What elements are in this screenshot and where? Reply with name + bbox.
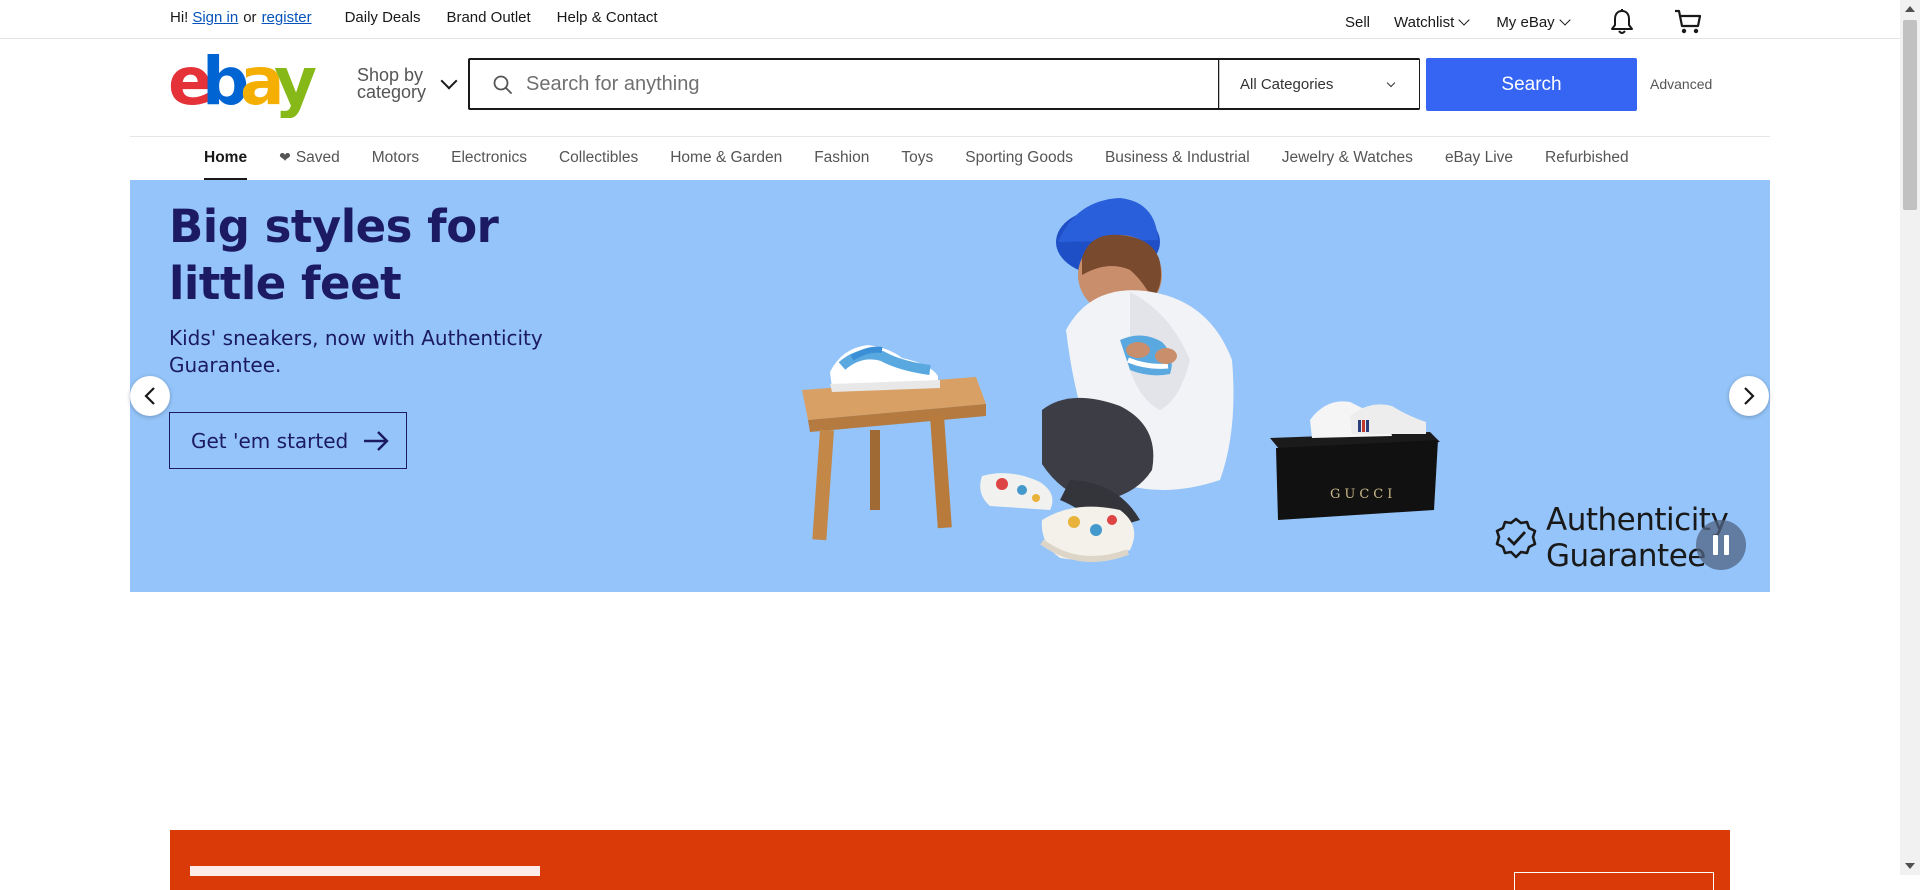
nav-item-electronics[interactable]: Electronics bbox=[451, 149, 527, 167]
search-icon bbox=[484, 60, 524, 108]
shop-by-category-button[interactable]: Shop by category bbox=[357, 64, 458, 104]
nav-item-label: Collectibles bbox=[558, 149, 639, 166]
nav-item-home-garden[interactable]: Home & Garden bbox=[670, 149, 782, 167]
greeting-text: Hi! bbox=[170, 9, 189, 26]
nav-item-fashion[interactable]: Fashion bbox=[814, 149, 869, 167]
nav-item-label: Motors bbox=[371, 149, 420, 166]
authenticity-guarantee-badge: Authenticity Guarantee bbox=[1494, 502, 1729, 574]
chevron-down-icon bbox=[1458, 14, 1470, 26]
help-contact-link[interactable]: Help & Contact bbox=[557, 9, 658, 26]
nav-item-business-industrial[interactable]: Business & Industrial bbox=[1105, 149, 1250, 167]
blue-sneaker-stool bbox=[830, 345, 940, 392]
nav-item-motors[interactable]: Motors bbox=[372, 149, 419, 167]
nav-item-label: Sporting Goods bbox=[965, 149, 1073, 166]
top-right-links: Sell Watchlist My eBay bbox=[1345, 8, 1703, 36]
wooden-stool bbox=[802, 377, 986, 541]
scrollbar-thumb[interactable] bbox=[1903, 20, 1917, 210]
nav-item-jewelry-watches[interactable]: Jewelry & Watches bbox=[1282, 149, 1413, 167]
watchlist-link[interactable]: Watchlist bbox=[1394, 13, 1470, 31]
carousel-prev-button[interactable] bbox=[130, 376, 170, 416]
nav-item-saved[interactable]: ❤ Saved bbox=[279, 149, 340, 167]
box-label: GUCCI bbox=[1330, 487, 1396, 502]
verified-check-icon bbox=[1495, 517, 1537, 559]
scroll-down-arrow[interactable] bbox=[1905, 863, 1915, 869]
nav-item-label: Electronics bbox=[451, 149, 527, 166]
or-text: or bbox=[243, 9, 257, 26]
carousel-next-button[interactable] bbox=[1729, 376, 1769, 416]
nav-item-label: Business & Industrial bbox=[1104, 149, 1250, 166]
nav-item-toys[interactable]: Toys bbox=[901, 149, 933, 167]
nav-item-label: Home bbox=[204, 149, 248, 166]
nav-item-label: Jewelry & Watches bbox=[1281, 149, 1413, 166]
category-nav-list: Home ❤ Saved Motors Electronics Collectib… bbox=[204, 149, 1661, 180]
search-box bbox=[468, 58, 1220, 110]
nav-item-label: eBay Live bbox=[1444, 149, 1514, 166]
hero-subtitle: Kids' sneakers, now with Authenticity Gu… bbox=[169, 326, 543, 377]
sign-in-link[interactable]: Sign in bbox=[192, 9, 238, 26]
shop-by-category-label: Shop by category bbox=[357, 65, 427, 102]
nav-item-label: Toys bbox=[901, 149, 934, 166]
nav-item-home[interactable]: Home bbox=[204, 149, 248, 180]
category-select[interactable]: All Categories bbox=[1219, 60, 1419, 108]
carousel-pause-button[interactable] bbox=[1696, 520, 1746, 570]
pause-icon bbox=[1724, 535, 1729, 555]
nav-item-label: Refurbished bbox=[1545, 149, 1629, 166]
top-left-links: Hi! Sign in or register Daily Deals Bran… bbox=[170, 9, 658, 26]
register-link[interactable]: register bbox=[262, 9, 312, 26]
category-nav: Home ❤ Saved Motors Electronics Collectib… bbox=[130, 137, 1770, 180]
nav-item-label: Saved bbox=[295, 149, 340, 166]
page-scrollbar[interactable] bbox=[1900, 0, 1920, 875]
nav-item-label: Home & Garden bbox=[670, 149, 783, 166]
chevron-down-icon bbox=[1386, 78, 1396, 88]
heart-icon: ❤ bbox=[279, 149, 291, 165]
search-button[interactable]: Search bbox=[1426, 58, 1637, 111]
chevron-right-icon bbox=[1744, 387, 1755, 405]
chevron-down-icon bbox=[1559, 14, 1571, 26]
cart-icon[interactable] bbox=[1673, 8, 1703, 36]
promo-banner[interactable] bbox=[170, 830, 1730, 890]
nav-item-label: Fashion bbox=[814, 149, 870, 166]
hero-cta-button[interactable]: Get 'em started bbox=[169, 412, 407, 469]
my-ebay-link[interactable]: My eBay bbox=[1496, 13, 1571, 31]
search-input[interactable] bbox=[524, 61, 1208, 107]
sell-link[interactable]: Sell bbox=[1345, 14, 1370, 31]
nav-item-sporting-goods[interactable]: Sporting Goods bbox=[965, 149, 1073, 167]
logo-letter-y: y bbox=[274, 52, 316, 118]
scroll-up-arrow[interactable] bbox=[1905, 6, 1915, 12]
watchlist-label: Watchlist bbox=[1394, 13, 1455, 31]
hero-title: Big styles for little feet bbox=[169, 200, 499, 310]
category-select-value: All Categories bbox=[1240, 75, 1334, 93]
chevron-left-icon bbox=[144, 387, 155, 405]
nav-item-collectibles[interactable]: Collectibles bbox=[559, 149, 638, 167]
pause-icon bbox=[1713, 535, 1718, 555]
advanced-search-link[interactable]: Advanced bbox=[1650, 76, 1712, 92]
hero-banner[interactable]: GUCCI Big styles for little feet Kids' s… bbox=[130, 180, 1770, 592]
top-utility-bar: Hi! Sign in or register Daily Deals Bran… bbox=[0, 0, 1900, 39]
nav-item-ebay-live[interactable]: eBay Live bbox=[1445, 149, 1513, 167]
nav-item-refurbished[interactable]: Refurbished bbox=[1545, 149, 1629, 167]
ebay-logo[interactable]: e b a y bbox=[168, 43, 321, 120]
arrow-right-icon bbox=[364, 430, 389, 451]
chevron-down-icon bbox=[440, 72, 458, 90]
bell-icon[interactable] bbox=[1609, 8, 1635, 36]
hero-cta-label: Get 'em started bbox=[191, 428, 349, 453]
daily-deals-link[interactable]: Daily Deals bbox=[345, 9, 421, 26]
my-ebay-label: My eBay bbox=[1496, 13, 1555, 31]
gucci-shoebox: GUCCI bbox=[1270, 401, 1440, 520]
brand-outlet-link[interactable]: Brand Outlet bbox=[446, 9, 530, 26]
